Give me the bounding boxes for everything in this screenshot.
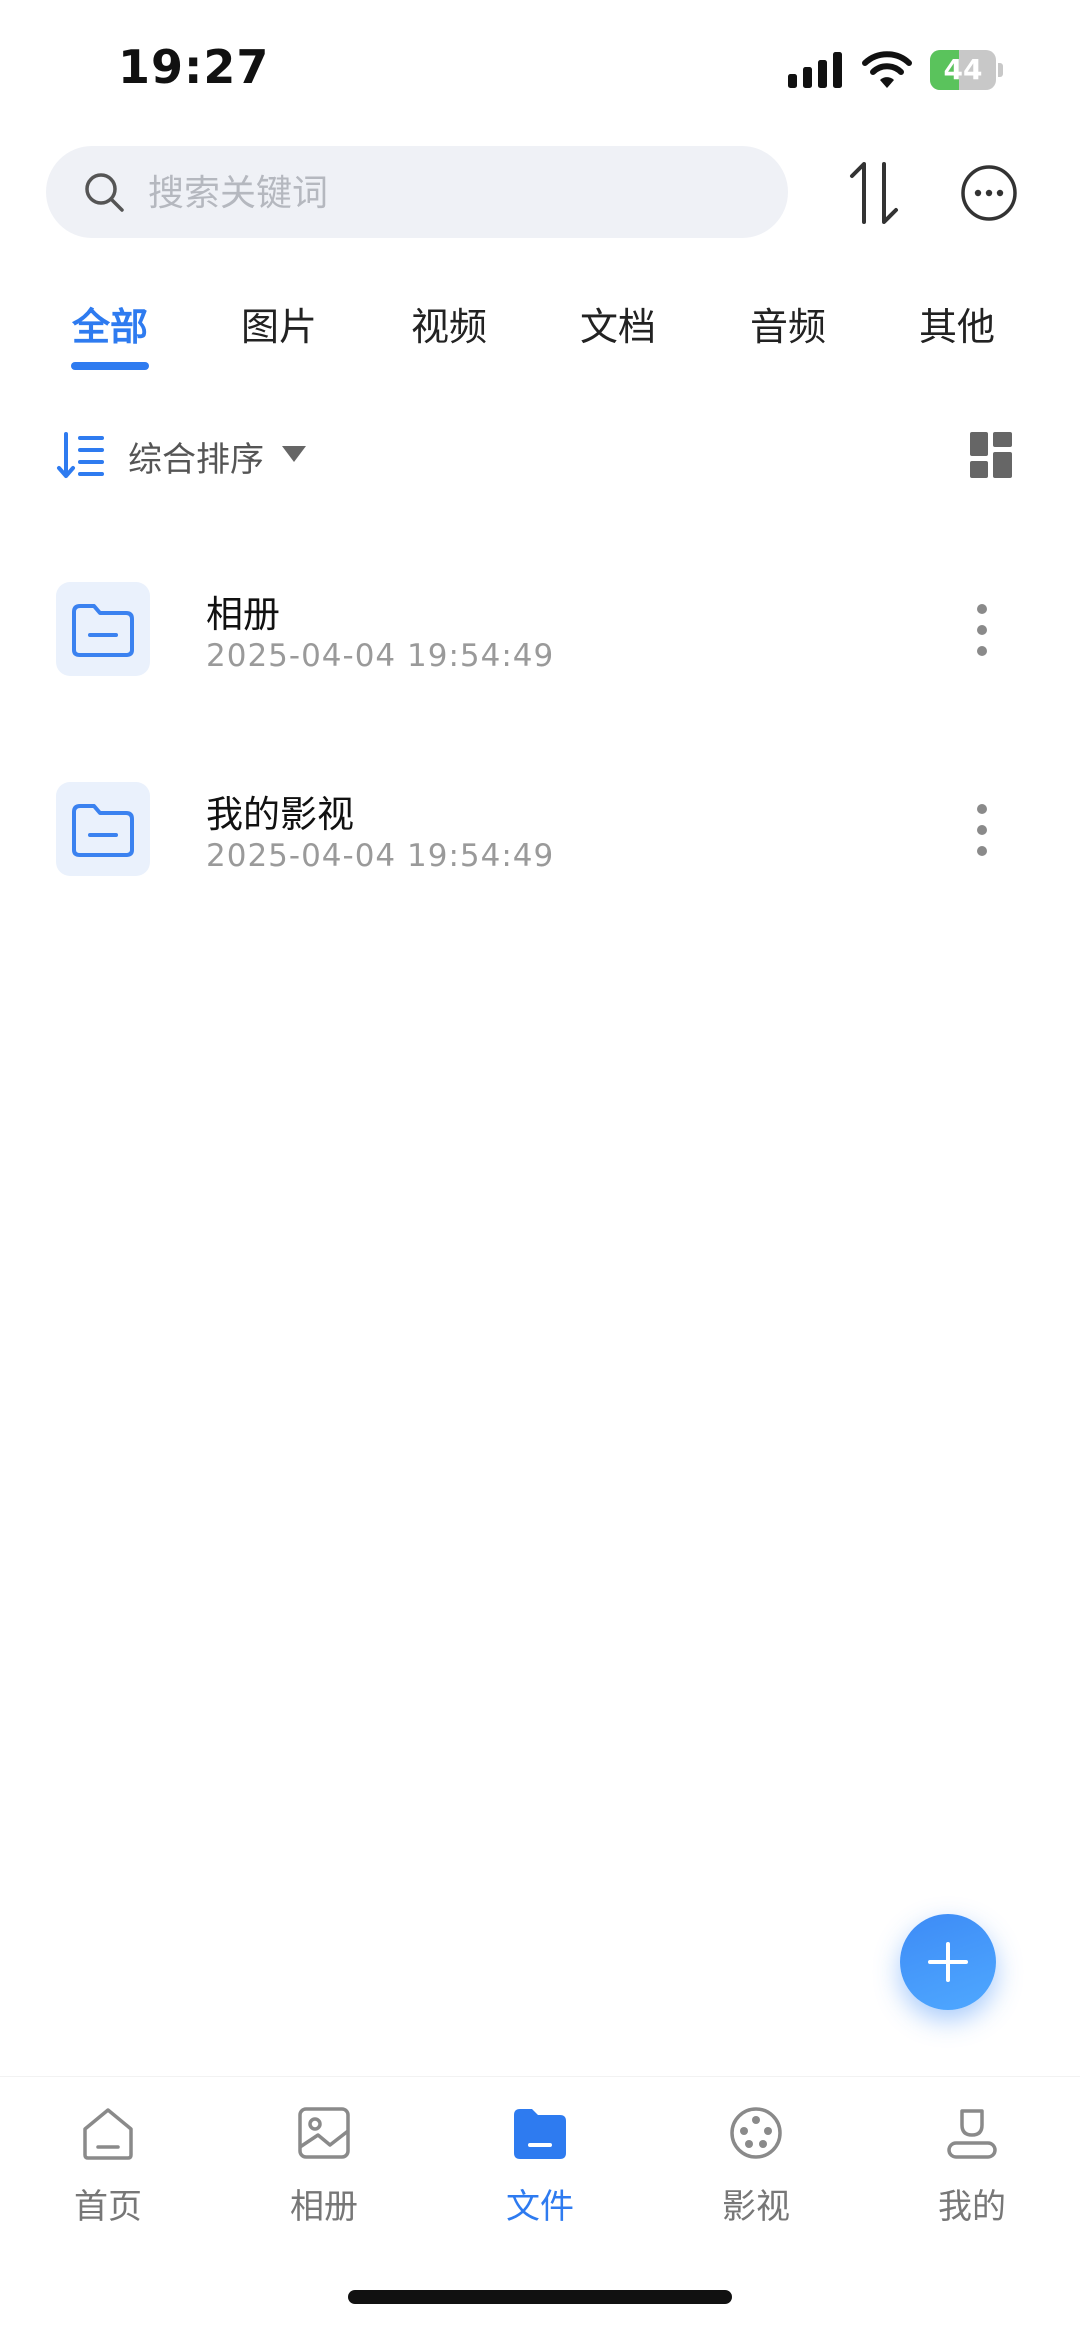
sort-order-icon[interactable] [56, 432, 104, 480]
search-bar[interactable] [46, 146, 788, 240]
folder-icon [514, 2109, 566, 2159]
tab-all[interactable]: 全部 [72, 296, 148, 351]
status-bar: 19:27 44 [0, 0, 1080, 140]
nav-videos-label: 影视 [722, 2187, 790, 2227]
nav-files[interactable]: 文件 [470, 2105, 610, 2227]
caret-down-icon[interactable] [282, 446, 306, 462]
film-reel-icon [730, 2107, 782, 2159]
transfer-sort-icon[interactable] [844, 158, 906, 228]
nav-home[interactable]: 首页 [38, 2105, 178, 2227]
sort-row: 综合排序 [56, 424, 1036, 484]
folder-icon [56, 782, 150, 876]
nav-profile-label: 我的 [938, 2187, 1006, 2227]
more-vertical-icon[interactable] [970, 804, 994, 856]
battery-icon: 44 [930, 50, 1006, 90]
nav-profile[interactable]: 我的 [902, 2105, 1042, 2227]
wifi-icon [862, 51, 912, 88]
active-tab-indicator [71, 362, 149, 370]
search-input[interactable] [146, 146, 750, 240]
tab-other[interactable]: 其他 [919, 296, 995, 351]
cellular-signal-icon [788, 52, 842, 88]
nav-home-label: 首页 [74, 2187, 142, 2227]
file-name: 相册 [206, 593, 280, 636]
more-options-icon[interactable] [960, 164, 1018, 222]
plus-icon [928, 1942, 968, 1982]
battery-percent: 44 [943, 53, 983, 86]
file-date: 2025-04-04 19:54:49 [206, 838, 555, 874]
tab-images[interactable]: 图片 [241, 296, 317, 351]
category-tabs: 全部 图片 视频 文档 音频 其他 [0, 284, 1080, 384]
nav-album-label: 相册 [290, 2187, 358, 2227]
more-vertical-icon[interactable] [970, 604, 994, 656]
grid-view-icon[interactable] [970, 432, 1012, 478]
nav-album[interactable]: 相册 [254, 2105, 394, 2227]
folder-icon [56, 582, 150, 676]
file-date: 2025-04-04 19:54:49 [206, 638, 555, 674]
add-button[interactable] [900, 1914, 996, 2010]
profile-icon [947, 2109, 997, 2159]
file-row[interactable]: 相册 2025-04-04 19:54:49 [0, 560, 1080, 680]
tab-videos[interactable]: 视频 [411, 296, 487, 351]
tab-audio[interactable]: 音频 [750, 296, 826, 351]
home-icon [83, 2108, 133, 2160]
bottom-nav: 首页 相册 文件 影视 我的 [0, 2076, 1080, 2237]
nav-videos[interactable]: 影视 [686, 2105, 826, 2227]
file-name: 我的影视 [206, 793, 354, 836]
tab-documents[interactable]: 文档 [580, 296, 656, 351]
search-icon [85, 173, 124, 212]
sort-dropdown[interactable]: 综合排序 [128, 432, 264, 481]
album-icon [298, 2107, 350, 2159]
file-row[interactable]: 我的影视 2025-04-04 19:54:49 [0, 760, 1080, 880]
home-indicator [348, 2290, 732, 2304]
status-time: 19:27 [118, 40, 270, 94]
nav-files-label: 文件 [506, 2187, 574, 2227]
